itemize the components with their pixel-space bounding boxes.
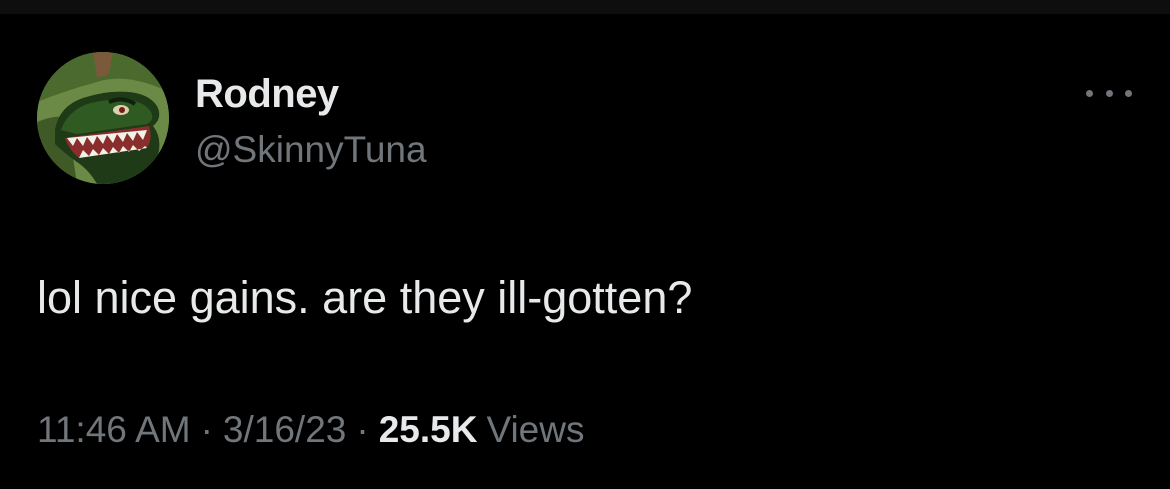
avatar[interactable] bbox=[37, 52, 169, 184]
dinosaur-avatar-icon bbox=[37, 52, 169, 184]
author-handle[interactable]: @SkinnyTuna bbox=[195, 129, 427, 171]
views-count[interactable]: 25.5K bbox=[379, 409, 478, 450]
tweet-date[interactable]: 3/16/23 bbox=[223, 409, 346, 450]
more-horizontal-icon bbox=[1086, 89, 1093, 97]
more-options-button[interactable] bbox=[1080, 78, 1138, 108]
tweet-meta: 11:46 AM · 3/16/23 · 25.5K Views bbox=[37, 409, 584, 451]
meta-separator: · bbox=[356, 409, 369, 450]
views-label[interactable]: Views bbox=[486, 409, 584, 450]
more-horizontal-icon-dot bbox=[1105, 89, 1113, 97]
tweet-text: lol nice gains. are they ill-gotten? bbox=[37, 272, 693, 323]
tweet-card: Rodney @SkinnyTuna lol nice gains. are t… bbox=[0, 14, 1170, 489]
tweet-time[interactable]: 11:46 AM bbox=[37, 409, 191, 450]
author-display-name[interactable]: Rodney bbox=[195, 72, 339, 116]
more-horizontal-icon-dot bbox=[1125, 89, 1132, 97]
top-status-strip bbox=[0, 0, 1170, 14]
meta-separator: · bbox=[200, 409, 213, 450]
